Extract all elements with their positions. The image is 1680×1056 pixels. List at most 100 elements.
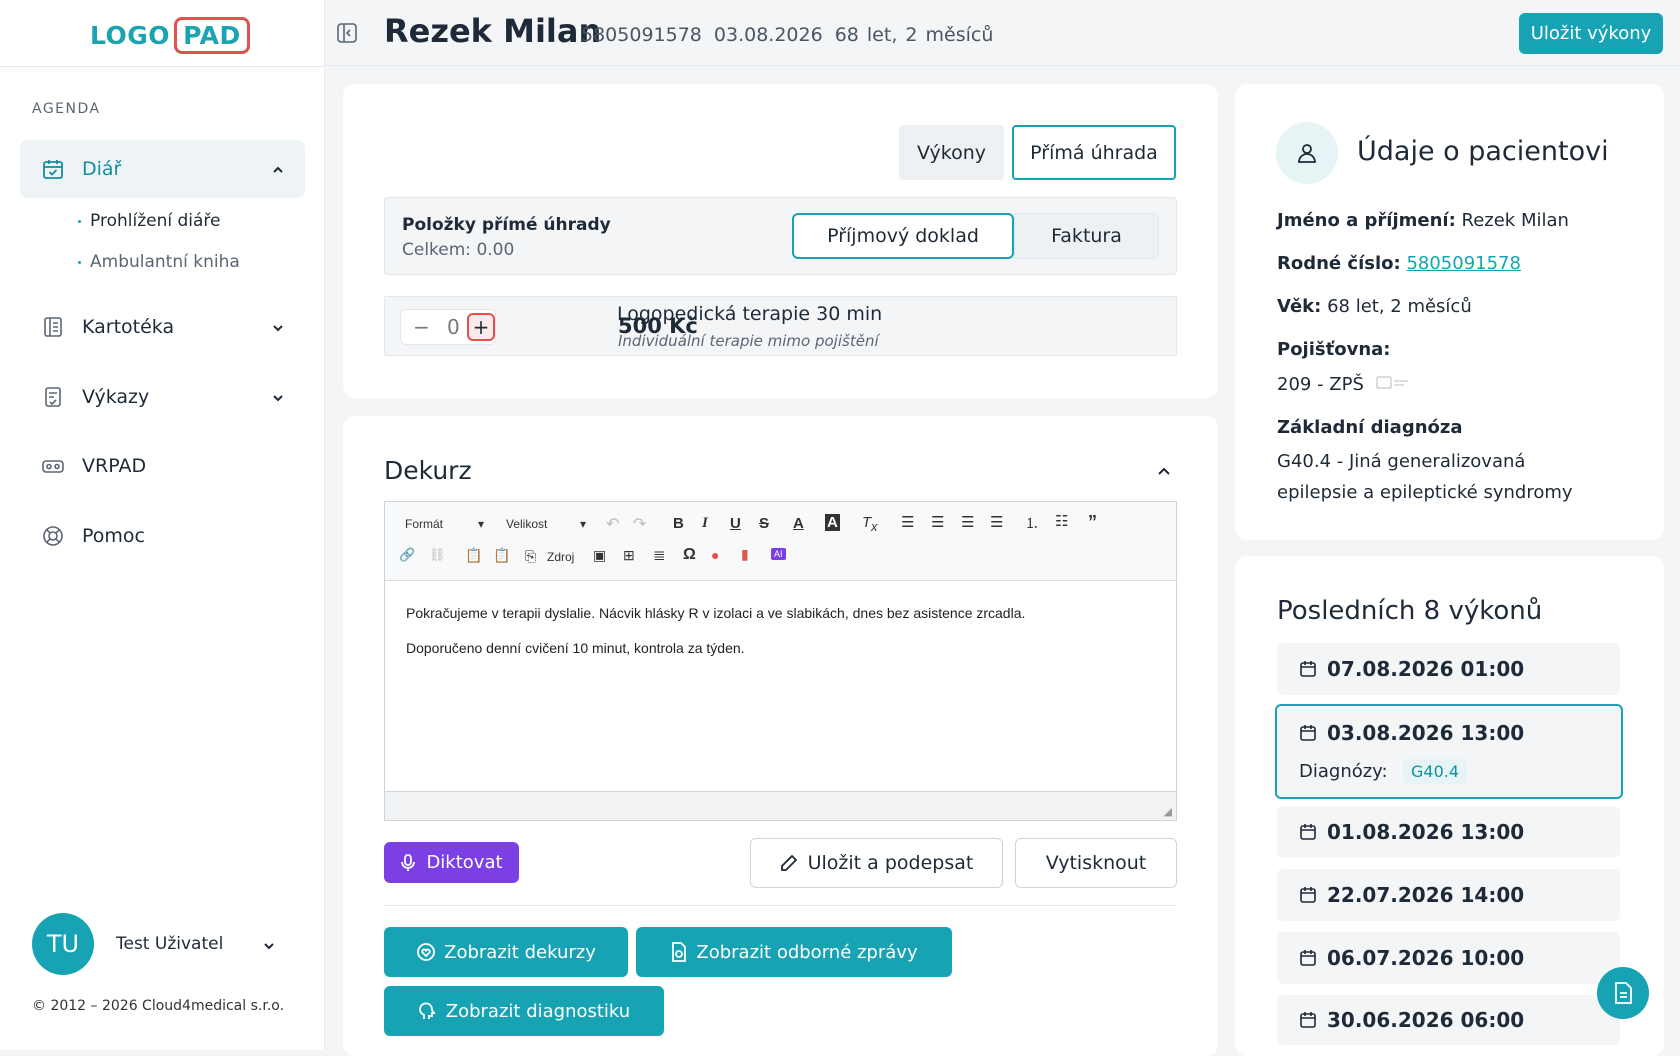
receipt-toggle[interactable]: Příjmový doklad [792, 213, 1014, 259]
insurance-label: Pojišťovna: [1277, 339, 1391, 360]
calendar-icon [40, 156, 66, 182]
item-name: Logopedická terapie 30 min [617, 303, 883, 325]
unlink-icon[interactable]: ⛓ [429, 547, 446, 563]
recent-item[interactable]: 22.07.2026 14:00 [1277, 869, 1620, 921]
italic-icon[interactable]: I [702, 515, 708, 532]
underline-icon[interactable]: U [730, 515, 741, 532]
user-menu[interactable]: TU Test Uživatel [32, 913, 223, 975]
document-icon [1612, 981, 1634, 1005]
bullet-list-icon[interactable]: ☷ [1055, 512, 1068, 530]
chevron-down-icon [271, 388, 285, 410]
source-button[interactable]: Zdroj [547, 550, 574, 564]
recent-item[interactable]: 07.08.2026 01:00 [1277, 643, 1620, 695]
recent-item[interactable]: 30.06.2026 06:00 [1277, 995, 1620, 1045]
paste-icon[interactable]: 📋 [465, 547, 482, 564]
align-left-icon[interactable]: ☰ [901, 513, 914, 531]
dekurz-title: Dekurz [384, 456, 472, 485]
quantity-value[interactable]: 0 [447, 315, 461, 339]
insurance-value: 209 - ZPŠ [1277, 374, 1410, 396]
paste-text-icon[interactable]: 📋 [493, 547, 510, 564]
show-reports-button[interactable]: Zobrazit odborné zprávy [636, 927, 952, 977]
sidebar-subitem-prohlizeni[interactable]: Prohlížení diáře [78, 211, 220, 231]
special-char-icon[interactable]: Ω [683, 546, 696, 564]
tab-prima-uhrada[interactable]: Přímá úhrada [1012, 125, 1176, 180]
redo-icon[interactable]: ↷ [633, 514, 646, 534]
calendar-icon [1299, 886, 1317, 904]
visit-date: 03.08.2026 [713, 24, 823, 46]
copyright: © 2012 – 2026 Cloud4medical s.r.o. [32, 998, 285, 1014]
sidebar-item-vykazy[interactable]: Výkazy [20, 368, 305, 426]
resize-handle-icon[interactable]: ◢ [1164, 805, 1172, 818]
sidebar-item-vrpad[interactable]: VRPAD [20, 437, 305, 495]
editor-resize-bar[interactable]: ◢ [384, 791, 1177, 821]
dekurz-editor[interactable]: Pokračujeme v terapii dyslalie. Nácvik h… [384, 581, 1177, 791]
patient-card-title: Údaje o pacientovi [1357, 136, 1609, 167]
align-justify-icon[interactable]: ☰ [990, 513, 1003, 531]
chevron-down-icon[interactable]: ▾ [478, 517, 484, 531]
align-center-icon[interactable]: ☰ [931, 513, 944, 531]
plus-button[interactable]: + [467, 313, 495, 341]
notes-fab-button[interactable] [1597, 967, 1649, 1019]
sidebar-item-kartoteka[interactable]: Kartotéka [20, 298, 305, 356]
divider [0, 66, 325, 67]
recent-item-selected[interactable]: 03.08.2026 13:00 Diagnózy: G40.4 [1275, 704, 1623, 799]
dictate-button[interactable]: Diktovat [384, 842, 519, 883]
bold-icon[interactable]: B [673, 515, 684, 532]
save-procedures-button[interactable]: Uložit výkony [1519, 13, 1663, 54]
microphone-icon [400, 853, 416, 872]
logo[interactable]: LOGO PAD [90, 15, 250, 55]
recent-item[interactable]: 06.07.2026 10:00 [1277, 932, 1620, 984]
vr-headset-icon [40, 453, 66, 479]
recent-item[interactable]: 01.08.2026 13:00 [1277, 806, 1620, 858]
strike-icon[interactable]: S [759, 515, 769, 532]
chevron-down-icon[interactable] [262, 938, 276, 957]
book-icon [40, 314, 66, 340]
show-dekurzy-button[interactable]: Zobrazit dekurzy [384, 927, 628, 977]
calendar-icon [1299, 1011, 1317, 1029]
tab-vykony[interactable]: Výkony [899, 125, 1004, 180]
ai-icon[interactable]: AI [771, 548, 786, 560]
numbered-list-icon[interactable]: ⒈ [1025, 513, 1039, 533]
sidebar-toggle-icon[interactable] [336, 22, 358, 48]
sidebar-item-pomoc[interactable]: Pomoc [20, 507, 305, 565]
patient-name-row: Jméno a příjmení: Rezek Milan [1277, 210, 1569, 231]
horizontal-line-icon[interactable]: ≣ [653, 546, 666, 564]
diagnosis-label: Základní diagnóza [1277, 417, 1463, 438]
pdf-icon[interactable]: ▮ [741, 546, 749, 563]
diagnosis-badge[interactable]: G40.4 [1403, 759, 1468, 784]
lifebuoy-icon [40, 523, 66, 549]
calendar-icon [1299, 724, 1317, 742]
editor-toolbar: Formát ▾ Velikost ▾ ↶ ↷ B I U S A A Tx ☰… [384, 501, 1177, 581]
save-sign-button[interactable]: Uložit a podepsat [750, 838, 1003, 888]
sidebar-subitem-ambulantni[interactable]: Ambulantní kniha [78, 252, 240, 272]
avatar: TU [32, 913, 94, 975]
clear-format-icon[interactable]: Tx [862, 514, 877, 534]
invoice-toggle[interactable]: Faktura [1014, 213, 1159, 259]
birth-number-link[interactable]: 5805091578 [1406, 253, 1521, 274]
image-icon[interactable]: ▣ [593, 547, 606, 564]
chevron-up-icon[interactable] [1156, 463, 1172, 483]
format-select[interactable]: Formát [405, 517, 443, 531]
print-button[interactable]: Vytisknout [1015, 838, 1177, 888]
minus-button[interactable]: − [413, 315, 431, 339]
recent-title: Posledních 8 výkonů [1277, 596, 1543, 626]
size-select[interactable]: Velikost [506, 517, 547, 531]
quote-icon[interactable]: ” [1088, 512, 1097, 533]
heart-icon [416, 942, 436, 962]
table-icon[interactable]: ⊞ [623, 547, 635, 564]
patient-card: Údaje o pacientovi Jméno a příjmení: Rez… [1235, 84, 1664, 540]
show-diagnostics-button[interactable]: Zobrazit diagnostiku [384, 986, 664, 1036]
report-icon [40, 384, 66, 410]
source-icon[interactable]: ⎘ [525, 548, 536, 565]
link-icon[interactable]: 🔗 [399, 547, 415, 563]
bg-color-icon[interactable]: A [825, 514, 840, 531]
section-title: AGENDA [32, 101, 101, 117]
chevron-down-icon[interactable]: ▾ [580, 517, 586, 531]
comment-icon[interactable]: ● [711, 547, 719, 563]
editor-paragraph: Doporučeno denní cvičení 10 minut, kontr… [406, 640, 745, 656]
undo-icon[interactable]: ↶ [606, 514, 619, 534]
text-color-icon[interactable]: A [793, 515, 804, 532]
sidebar-item-diar[interactable]: Diář [20, 140, 305, 198]
align-right-icon[interactable]: ☰ [961, 513, 974, 531]
user-name: Test Uživatel [116, 934, 224, 954]
